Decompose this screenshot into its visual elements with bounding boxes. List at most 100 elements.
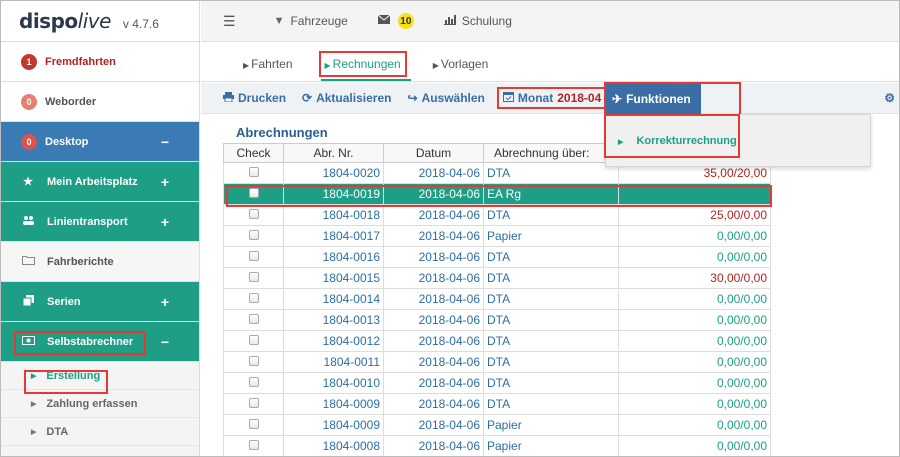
datum-cell[interactable]: 2018-04-06 [383,414,484,436]
gear-icon[interactable]: ⚙ [884,91,895,105]
abr-nr-cell[interactable]: 1804-0019 [283,183,384,205]
table-row[interactable]: 1804-0013 2018-04-06 DTA 0,00/0,00 [223,309,771,331]
table-row[interactable]: 1804-0018 2018-04-06 DTA 25,00/0,00 [223,204,771,226]
row-checkbox[interactable] [248,398,259,408]
table-row[interactable]: 1804-0017 2018-04-06 Papier 0,00/0,00 [223,225,771,247]
collapse-icon[interactable]: − [161,134,169,150]
row-checkbox[interactable] [248,251,259,261]
sidebar-subitem-zahlung-erfassen[interactable]: ▶ Zahlung erfassen [1,390,199,418]
sidebar-item-mein-arbeitsplatz[interactable]: ★ Mein Arbeitsplatz + [1,162,199,202]
row-checkbox[interactable] [248,335,259,345]
table-row[interactable]: 1804-0019 2018-04-06 EA Rg [223,183,771,205]
sidebar-item-selbstabrechner[interactable]: Selbstabrechner − [1,322,199,362]
datum-cell[interactable]: 2018-04-06 [383,267,484,289]
abrechnung-ueber-cell[interactable]: DTA [483,351,619,373]
abrechnung-ueber-cell[interactable]: DTA [483,309,619,331]
tab-fahrten[interactable]: ▶ Fahrten [239,57,303,81]
menu-item-korrekturrechnung[interactable]: ▶ Korrekturrechnung [618,135,737,147]
datum-cell[interactable]: 2018-04-06 [383,435,484,456]
abr-nr-cell[interactable]: 1804-0014 [283,288,384,310]
sidebar-item-weborder[interactable]: 0 Weborder [1,82,199,122]
datum-cell[interactable]: 2018-04-06 [383,330,484,352]
collapse-icon[interactable]: − [161,334,169,350]
column-header[interactable]: Abrechnung über: [483,143,619,163]
abr-nr-cell[interactable]: 1804-0012 [283,330,384,352]
abr-nr-cell[interactable]: 1804-0020 [283,162,384,184]
abr-nr-cell[interactable]: 1804-0013 [283,309,384,331]
expand-icon[interactable]: + [161,294,169,310]
table-row[interactable]: 1804-0010 2018-04-06 DTA 0,00/0,00 [223,372,771,394]
abr-nr-cell[interactable]: 1804-0009 [283,393,384,415]
row-checkbox[interactable] [248,230,259,240]
column-header[interactable]: Check [223,143,284,163]
abr-nr-cell[interactable]: 1804-0018 [283,204,384,226]
tab-vorlagen[interactable]: ▶ Vorlagen [429,57,499,81]
row-checkbox[interactable] [248,419,259,429]
abr-nr-cell[interactable]: 1804-0011 [283,351,384,373]
row-checkbox[interactable] [248,188,259,198]
schulung-link[interactable]: Schulung [443,14,512,28]
datum-cell[interactable]: 2018-04-06 [383,204,484,226]
datum-cell[interactable]: 2018-04-06 [383,372,484,394]
row-checkbox[interactable] [248,167,259,177]
datum-cell[interactable]: 2018-04-06 [383,288,484,310]
abr-nr-cell[interactable]: 1804-0017 [283,225,384,247]
expand-icon[interactable]: + [161,174,169,190]
row-checkbox[interactable] [248,377,259,387]
row-checkbox[interactable] [248,356,259,366]
abrechnung-ueber-cell[interactable]: Papier [483,435,619,456]
column-header[interactable]: Datum [383,143,484,163]
abr-nr-cell[interactable]: 1804-0016 [283,246,384,268]
abr-nr-cell[interactable]: 1804-0009 [283,414,384,436]
abrechnung-ueber-cell[interactable]: DTA [483,204,619,226]
aktualisieren-button[interactable]: ⟳ Aktualisieren [302,91,391,105]
expand-icon[interactable]: + [161,214,169,230]
auswaehlen-button[interactable]: ↪ Auswählen [407,91,484,105]
abr-nr-cell[interactable]: 1804-0008 [283,435,384,456]
datum-cell[interactable]: 2018-04-06 [383,393,484,415]
abrechnung-ueber-cell[interactable]: Papier [483,225,619,247]
row-checkbox[interactable] [248,314,259,324]
abr-nr-cell[interactable]: 1804-0015 [283,267,384,289]
sidebar-subitem-dta[interactable]: ▶ DTA [1,418,199,446]
tab-rechnungen[interactable]: ▶ Rechnungen [318,51,411,81]
table-row[interactable]: 1804-0008 2018-04-06 Papier 0,00/0,00 [223,435,771,456]
datum-cell[interactable]: 2018-04-06 [383,225,484,247]
abrechnung-ueber-cell[interactable]: DTA [483,330,619,352]
sidebar-subitem-erstellung[interactable]: ▶ Erstellung [1,362,199,394]
sidebar-item-fremdfahrten[interactable]: 1 Fremdfahrten [1,42,199,82]
abr-nr-cell[interactable]: 1804-0010 [283,372,384,394]
table-row[interactable]: 1804-0012 2018-04-06 DTA 0,00/0,00 [223,330,771,352]
list-menu-icon[interactable]: ☰ [223,13,236,30]
abrechnung-ueber-cell[interactable]: Papier [483,414,619,436]
column-header[interactable]: Abr. Nr. [283,143,384,163]
abrechnung-ueber-cell[interactable]: DTA [483,288,619,310]
abrechnung-ueber-cell[interactable]: DTA [483,372,619,394]
fahrzeuge-menu[interactable]: ▼ Fahrzeuge [274,14,348,28]
datum-cell[interactable]: 2018-04-06 [383,351,484,373]
table-row[interactable]: 1804-0014 2018-04-06 DTA 0,00/0,00 [223,288,771,310]
abrechnung-ueber-cell[interactable]: EA Rg [483,183,619,205]
sidebar-item-desktop[interactable]: 0 Desktop − [1,122,199,162]
row-checkbox[interactable] [248,272,259,282]
table-row[interactable]: 1804-0011 2018-04-06 DTA 0,00/0,00 [223,351,771,373]
row-checkbox[interactable] [248,440,259,450]
drucken-button[interactable]: Drucken [223,91,286,105]
sidebar-item-fahrberichte[interactable]: Fahrberichte [1,242,199,282]
abrechnung-ueber-cell[interactable]: DTA [483,246,619,268]
sidebar-item-serien[interactable]: Serien + [1,282,199,322]
row-checkbox[interactable] [248,209,259,219]
abrechnung-ueber-cell[interactable]: DTA [483,267,619,289]
sidebar-item-linientransport[interactable]: Linientransport + [1,202,199,242]
abrechnung-ueber-cell[interactable]: DTA [483,162,619,184]
monat-picker[interactable]: Monat 2018-04 [496,87,608,109]
datum-cell[interactable]: 2018-04-06 [383,162,484,184]
table-row[interactable]: 1804-0015 2018-04-06 DTA 30,00/0,00 [223,267,771,289]
datum-cell[interactable]: 2018-04-06 [383,246,484,268]
table-row[interactable]: 1804-0009 2018-04-06 Papier 0,00/0,00 [223,414,771,436]
row-checkbox[interactable] [248,293,259,303]
table-row[interactable]: 1804-0016 2018-04-06 DTA 0,00/0,00 [223,246,771,268]
datum-cell[interactable]: 2018-04-06 [383,309,484,331]
messages-button[interactable]: 10 [377,13,414,29]
table-row[interactable]: 1804-0009 2018-04-06 DTA 0,00/0,00 [223,393,771,415]
